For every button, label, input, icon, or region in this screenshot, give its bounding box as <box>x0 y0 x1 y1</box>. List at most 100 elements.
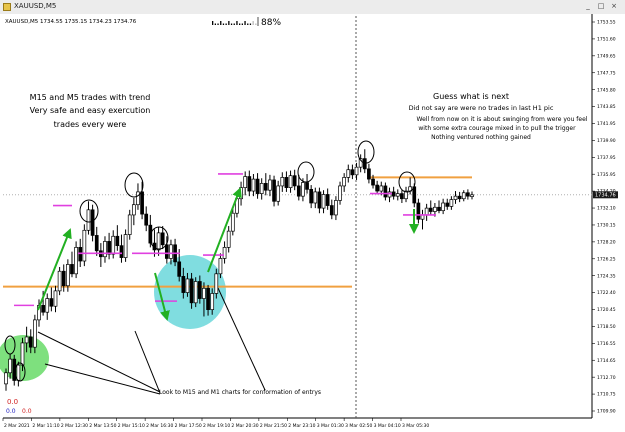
bull-candle-body <box>346 169 351 178</box>
bull-candle-body <box>16 364 21 381</box>
progress-dot <box>233 23 235 25</box>
time-tick-label: 3 Mar 01:30 <box>317 423 344 429</box>
price-tick-label: 1726.25 <box>597 256 616 262</box>
bull-candle-body <box>470 194 474 197</box>
time-tick-label: 2 Mar 16:30 <box>146 423 173 429</box>
bull-candle-body <box>268 179 272 191</box>
bear-candle-body <box>428 207 433 212</box>
progress-dot <box>236 21 238 25</box>
candle <box>123 229 128 262</box>
bear-candle-body <box>362 158 367 170</box>
bull-candle-body <box>86 209 91 231</box>
note-safe: Very safe and easy exercution <box>30 106 151 115</box>
bear-candle-body <box>400 193 404 200</box>
price-tick-label: 1712.70 <box>597 375 616 381</box>
bear-candle-body <box>272 179 276 202</box>
bear-candle-body <box>177 261 182 277</box>
bull-candle-body <box>53 290 58 307</box>
bear-candle-body <box>466 192 470 197</box>
bear-candle-body <box>367 168 371 180</box>
bear-candle-body <box>309 188 314 204</box>
minimize-button[interactable]: _ <box>583 2 593 11</box>
bear-candle-body <box>181 276 186 293</box>
bear-candle-body <box>284 177 289 188</box>
progress-label: 88% <box>261 18 281 28</box>
time-tick-label: 2 Mar 23:10 <box>288 423 315 429</box>
bull-candle-body <box>33 319 37 348</box>
bull-candle-body <box>226 230 231 248</box>
progress-dot <box>255 23 257 25</box>
bull-candle-body <box>131 204 136 216</box>
progress-dot <box>252 21 254 25</box>
close-button[interactable]: × <box>609 2 619 11</box>
bear-candle-body <box>160 232 165 246</box>
bull-candle-body <box>301 182 305 197</box>
progress-dot <box>241 23 243 25</box>
bull-candle-body <box>222 247 227 259</box>
progress-dot <box>249 23 252 25</box>
note-no-trades: Did not say are were no trades in last H… <box>409 104 554 112</box>
progress-dot <box>217 23 219 25</box>
time-tick-label: 3 Mar 04:10 <box>374 423 401 429</box>
bear-candle-body <box>78 247 83 262</box>
bear-candle-body <box>383 185 388 198</box>
bull-candle-body <box>20 342 25 366</box>
price-tick-label: 1709.90 <box>597 409 616 415</box>
time-tick-label: 2 Mar 21:50 <box>260 423 287 429</box>
progress-dot <box>244 21 246 25</box>
window-title: XAUUSD,M5 <box>14 2 57 10</box>
bull-candle-body <box>111 235 116 255</box>
bull-candle-body <box>251 178 256 192</box>
progress-dot <box>222 23 225 25</box>
bull-candle-body <box>338 185 342 201</box>
bull-candle-body <box>74 247 78 275</box>
bull-candle-body <box>210 293 215 310</box>
bear-candle-body <box>247 176 252 192</box>
bull-candle-body <box>214 273 219 294</box>
bull-candle-body <box>354 166 359 176</box>
time-tick-label: 2 Mar 13:50 <box>89 423 116 429</box>
bull-candle-body <box>379 185 384 192</box>
price-tick-label: 1737.95 <box>597 155 616 161</box>
current-price-tag: 1734.76 <box>593 191 618 199</box>
bull-candle-body <box>127 214 132 235</box>
bull-candle-body <box>4 372 8 385</box>
symbol-header: XAUUSD,M5 1734.55 1735.15 1734.23 1734.7… <box>5 19 137 25</box>
bull-candle-body <box>123 234 128 258</box>
price-tick-label: 1720.45 <box>597 307 616 313</box>
bear-candle-body <box>391 191 396 197</box>
bear-candle-body <box>197 281 202 299</box>
time-tick-label: 3 Mar 05:30 <box>402 423 429 429</box>
note-nothing: Nothing ventured nothing gained <box>431 134 531 141</box>
price-tick-label: 1745.80 <box>597 87 616 93</box>
bull-candle-body <box>202 287 206 299</box>
bull-candle-body <box>82 229 87 262</box>
note-courage: with some extra courage mixed in to pull… <box>418 125 576 132</box>
bear-candle-body <box>325 194 330 206</box>
bear-candle-body <box>144 213 149 226</box>
bear-candle-body <box>94 235 99 252</box>
time-tick-label: 3 Mar 02:50 <box>345 423 372 429</box>
bull-candle-body <box>342 177 347 187</box>
bear-candle-body <box>206 287 210 310</box>
bull-candle-body <box>156 232 161 251</box>
window-titlebar[interactable]: XAUUSD,M5 _ □ × <box>0 0 625 15</box>
progress-dot <box>220 21 222 25</box>
bear-candle-body <box>61 270 66 287</box>
price-tick-label: 1722.40 <box>597 290 616 296</box>
time-tick-label: 2 Mar 20:30 <box>231 423 258 429</box>
progress-dot <box>247 23 249 25</box>
bull-candle-body <box>433 206 437 212</box>
time-tick-label: 2 Mar 15:10 <box>118 423 145 429</box>
indicator-value-red-2: 0.0 <box>22 408 32 415</box>
price-chart[interactable]: M15 and M5 trades with trend Very safe a… <box>0 14 625 432</box>
price-tick-label: 1716.55 <box>597 341 616 347</box>
maximize-button[interactable]: □ <box>596 2 606 11</box>
price-tick-label: 1718.50 <box>597 324 616 330</box>
bull-candle-body <box>387 191 392 198</box>
bull-candle-body <box>57 270 62 292</box>
bull-candle-body <box>66 264 70 287</box>
bear-candle-body <box>350 169 355 176</box>
bear-candle-body <box>107 241 111 255</box>
bull-candle-body <box>103 241 107 258</box>
